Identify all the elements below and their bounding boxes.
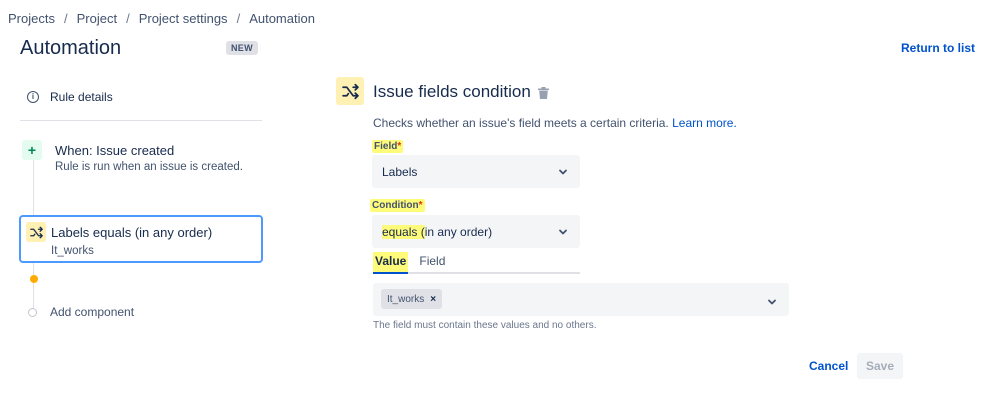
helper-text: The field must contain these values and …	[373, 320, 597, 331]
field-select[interactable]: Labels	[372, 155, 580, 188]
breadcrumb-separator: /	[126, 11, 130, 26]
required-mark: *	[418, 200, 423, 211]
save-button[interactable]: Save	[857, 353, 903, 379]
add-component-item[interactable]: Add component	[28, 305, 134, 319]
value-field-tabs: Value Field	[373, 252, 580, 274]
shuffle-icon	[336, 77, 364, 105]
tab-value[interactable]: Value	[373, 252, 409, 274]
tab-field[interactable]: Field	[419, 252, 445, 274]
field-label: Field*	[372, 140, 404, 153]
new-badge: NEW	[226, 41, 258, 55]
breadcrumb-separator: /	[63, 11, 68, 26]
return-to-list-link[interactable]: Return to list	[901, 41, 975, 55]
value-multiselect[interactable]: It_works ×	[373, 283, 789, 316]
empty-dot-icon	[28, 307, 37, 317]
field-label-text: Field	[374, 141, 398, 152]
info-icon: i	[27, 91, 39, 103]
trigger-item[interactable]: + When: Issue created Rule is run when a…	[22, 140, 243, 173]
condition-card-subtitle: It_works	[51, 245, 94, 257]
chip-label: It_works	[387, 293, 425, 305]
breadcrumb-project-settings[interactable]: Project settings	[139, 11, 228, 26]
condition-card-selected[interactable]: Labels equals (in any order) It_works	[19, 215, 263, 263]
chevron-down-icon	[558, 166, 568, 180]
description-text: Checks whether an issue's field meets a …	[373, 116, 669, 130]
condition-card-title: Labels equals (in any order)	[51, 225, 213, 240]
page-title: Automation	[20, 37, 122, 59]
divider	[20, 120, 262, 121]
condition-value-highlight: equals (	[382, 224, 425, 239]
condition-select[interactable]: equals (in any order)	[372, 215, 580, 248]
plus-icon: +	[22, 140, 42, 160]
learn-more-link[interactable]: Learn more.	[672, 116, 737, 130]
trigger-title: When: Issue created	[55, 143, 175, 158]
rule-details-label: Rule details	[50, 90, 113, 104]
cancel-button[interactable]: Cancel	[803, 353, 854, 379]
condition-label: Condition*	[370, 199, 425, 212]
close-icon[interactable]: ×	[430, 294, 436, 305]
condition-value-rest: in any order)	[424, 224, 493, 239]
field-select-value: Labels	[382, 164, 418, 179]
breadcrumb-separator: /	[236, 11, 241, 26]
trigger-text: When: Issue created Rule is run when an …	[55, 140, 243, 173]
breadcrumb-automation[interactable]: Automation	[249, 11, 315, 26]
rule-details-item[interactable]: i Rule details	[27, 90, 113, 104]
condition-label-text: Condition	[372, 200, 419, 211]
panel-title: Issue fields condition	[373, 82, 531, 101]
value-chip: It_works ×	[381, 289, 443, 309]
breadcrumb-projects[interactable]: Projects	[8, 11, 55, 26]
trash-icon[interactable]	[538, 86, 549, 104]
trigger-subtitle: Rule is run when an issue is created.	[55, 161, 243, 173]
shuffle-icon	[26, 222, 46, 242]
chevron-down-icon	[558, 226, 568, 240]
add-component-label: Add component	[50, 305, 135, 319]
breadcrumb-project[interactable]: Project	[77, 11, 117, 26]
breadcrumb: Projects / Project / Project settings / …	[8, 11, 315, 26]
chevron-down-icon	[767, 294, 777, 312]
timeline-dot	[30, 275, 38, 283]
panel-description: Checks whether an issue's field meets a …	[373, 116, 737, 130]
required-mark: *	[397, 141, 402, 152]
